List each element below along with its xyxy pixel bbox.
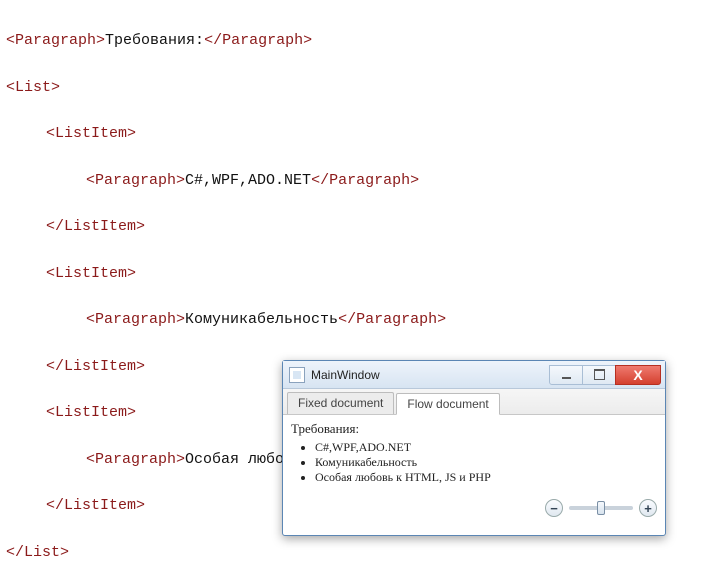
zoom-slider-thumb[interactable] (597, 501, 605, 515)
minimize-button[interactable] (549, 365, 583, 385)
tag-paragraph-open: <Paragraph> (86, 311, 185, 328)
tag-paragraph-open: <Paragraph> (86, 172, 185, 189)
tab-flow-document[interactable]: Flow document (396, 393, 499, 415)
requirements-title: Требования: (291, 421, 657, 437)
tag-list-open: <List> (6, 79, 60, 96)
list-item: Комуникабельность (315, 455, 657, 470)
zoom-bar: − + (545, 499, 657, 517)
tab-strip: Fixed document Flow document (283, 389, 665, 415)
code-text-item1: C#,WPF,ADO.NET (185, 172, 311, 189)
zoom-in-button[interactable]: + (639, 499, 657, 517)
maximize-button[interactable] (582, 365, 616, 385)
tag-paragraph-close: </Paragraph> (204, 32, 312, 49)
title-bar[interactable]: MainWindow X (283, 361, 665, 389)
tag-paragraph-close: </Paragraph> (338, 311, 446, 328)
tag-paragraph-close: </Paragraph> (311, 172, 419, 189)
requirements-list: C#,WPF,ADO.NET Комуникабельность Особая … (315, 440, 657, 485)
tab-fixed-document[interactable]: Fixed document (287, 392, 394, 414)
tag-listitem-open: <ListItem> (46, 125, 136, 142)
code-text-item2: Комуникабельность (185, 311, 338, 328)
tag-listitem-open: <ListItem> (46, 265, 136, 282)
window-title: MainWindow (311, 368, 550, 382)
tag-list-close: </List> (6, 544, 69, 561)
tag-listitem-close: </ListItem> (46, 358, 145, 375)
tag-listitem-open: <ListItem> (46, 404, 136, 421)
flow-document-area: Требования: C#,WPF,ADO.NET Комуникабельн… (283, 415, 665, 521)
tag-paragraph-open: <Paragraph> (86, 451, 185, 468)
tag-listitem-close: </ListItem> (46, 218, 145, 235)
main-window: MainWindow X Fixed document Flow documen… (282, 360, 666, 536)
close-button[interactable]: X (615, 365, 661, 385)
app-icon (289, 367, 305, 383)
list-item: C#,WPF,ADO.NET (315, 440, 657, 455)
tag-listitem-close: </ListItem> (46, 497, 145, 514)
window-buttons: X (550, 365, 661, 385)
tag-paragraph-open: <Paragraph> (6, 32, 105, 49)
list-item: Особая любовь к HTML, JS и PHP (315, 470, 657, 485)
code-text-title: Требования: (105, 32, 204, 49)
zoom-slider[interactable] (569, 506, 633, 510)
zoom-out-button[interactable]: − (545, 499, 563, 517)
